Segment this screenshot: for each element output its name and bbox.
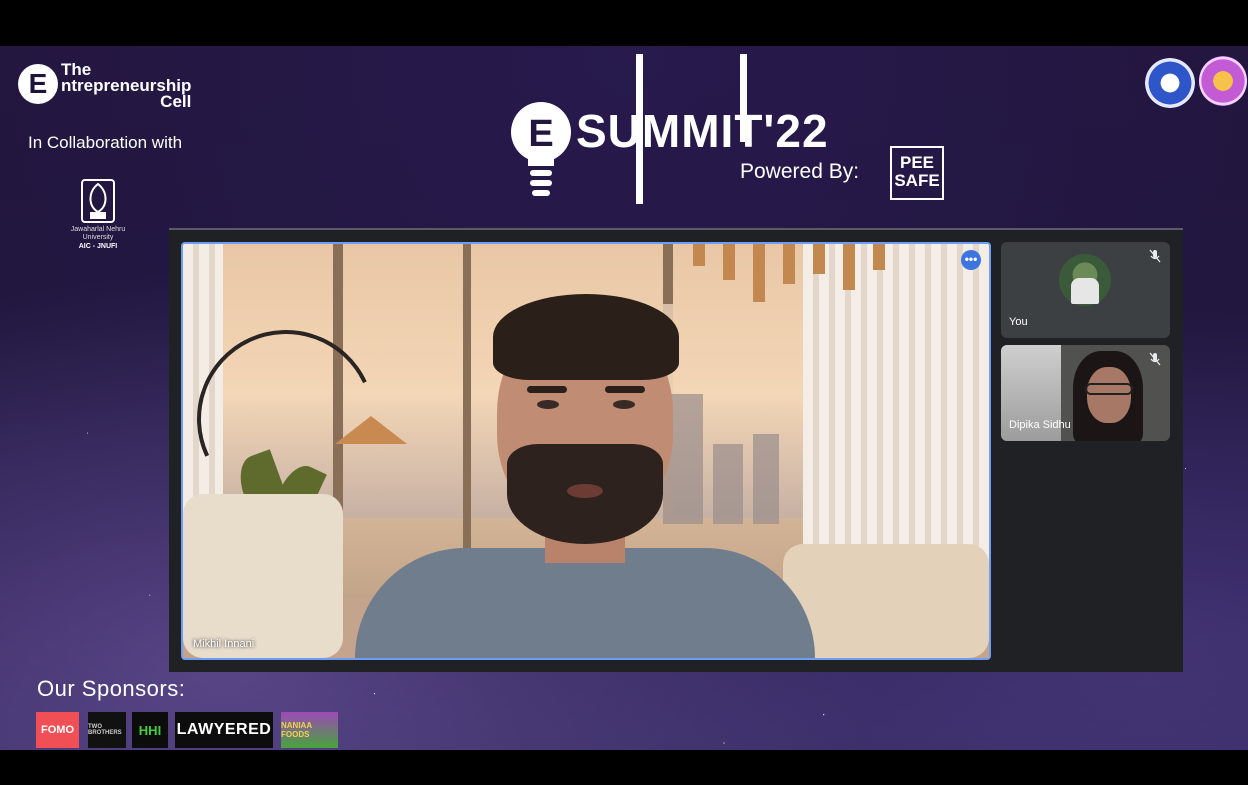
mic-off-icon: [1147, 249, 1163, 265]
title-bar-right: [740, 54, 747, 142]
sponsors-title: Our Sponsors:: [37, 676, 186, 701]
speaker-hair: [493, 294, 679, 380]
chandelier: [723, 244, 735, 280]
participant-tile[interactable]: Dipika Sidhu: [1001, 345, 1170, 441]
more-options-icon[interactable]: •••: [961, 250, 981, 270]
sponsor-logo-naniaa-foods: NANIAA FOODS: [281, 712, 338, 748]
chandelier: [813, 244, 825, 274]
mic-off-icon: [1147, 352, 1163, 368]
speaker-shirt: [355, 548, 815, 658]
speaker-video: [355, 294, 815, 658]
sponsor-logo-two-brothers: TWO BROTHERS: [88, 712, 126, 748]
meeting-stage: Mikhil Innani ••• You Dipika Sidhu: [169, 228, 1183, 672]
peesafe-line-2: SAFE: [894, 171, 940, 190]
lightbulb-icon: E: [511, 102, 571, 196]
jnu-name: Jawaharlal Nehru University: [70, 226, 126, 241]
summit-wordmark: SUMMIT'22: [576, 105, 829, 157]
summit-badge: E: [528, 113, 553, 155]
chandelier: [693, 244, 705, 266]
ecell-badge: E: [18, 64, 58, 104]
participant-name: Dipika Sidhu: [1009, 419, 1071, 431]
university-seal-logo: [1145, 58, 1195, 108]
ecell-line-3: Cell: [160, 92, 192, 111]
jnu-aic: AIC - JNUFI: [78, 243, 118, 250]
sponsor-logo-hhi: HHI: [132, 712, 168, 748]
peesafe-logo: PEE SAFE: [890, 146, 944, 200]
participant-face: [1087, 367, 1131, 423]
mic-off-icon-glyph: [1149, 352, 1161, 366]
speaker-brow: [527, 386, 567, 393]
jnu-emblem-icon: [81, 179, 115, 223]
peesafe-line-1: PEE: [899, 153, 935, 172]
title-bar-left: [636, 54, 643, 204]
collaboration-text: In Collaboration with: [28, 133, 183, 152]
sponsor-logo-lawyered: LAWYERED: [175, 712, 273, 748]
esummit-title: E SUMMIT'22: [508, 50, 858, 210]
participant-tile[interactable]: You: [1001, 242, 1170, 338]
chandelier: [873, 244, 885, 270]
chandelier: [843, 244, 855, 290]
mic-off-icon-glyph: [1149, 249, 1161, 263]
avatar: [1059, 254, 1111, 306]
main-video-tile[interactable]: Mikhil Innani •••: [181, 242, 991, 660]
speaker-mouth: [567, 484, 603, 498]
speaker-brow: [605, 386, 645, 393]
avatar-figure: [1071, 278, 1099, 304]
participant-name: You: [1009, 316, 1028, 328]
sponsor-logo-fomo: FOMO: [36, 712, 79, 748]
main-participant-name: Mikhil Innani: [193, 638, 255, 650]
powered-by-text: Powered By:: [740, 160, 860, 183]
speaker-eye: [613, 400, 635, 409]
ecell-wordmark: The ntrepreneurship Cell: [61, 61, 192, 111]
event-banner: E The ntrepreneurship Cell In Collaborat…: [0, 46, 1248, 750]
college-seal-logo: [1199, 56, 1247, 106]
ecell-logo: E The ntrepreneurship Cell: [18, 61, 192, 111]
participant-glasses: [1085, 383, 1133, 395]
speaker-eye: [537, 400, 559, 409]
jnu-logo: Jawaharlal Nehru University AIC - JNUFI: [58, 178, 138, 250]
armchair: [183, 494, 343, 658]
chandelier: [783, 244, 795, 284]
